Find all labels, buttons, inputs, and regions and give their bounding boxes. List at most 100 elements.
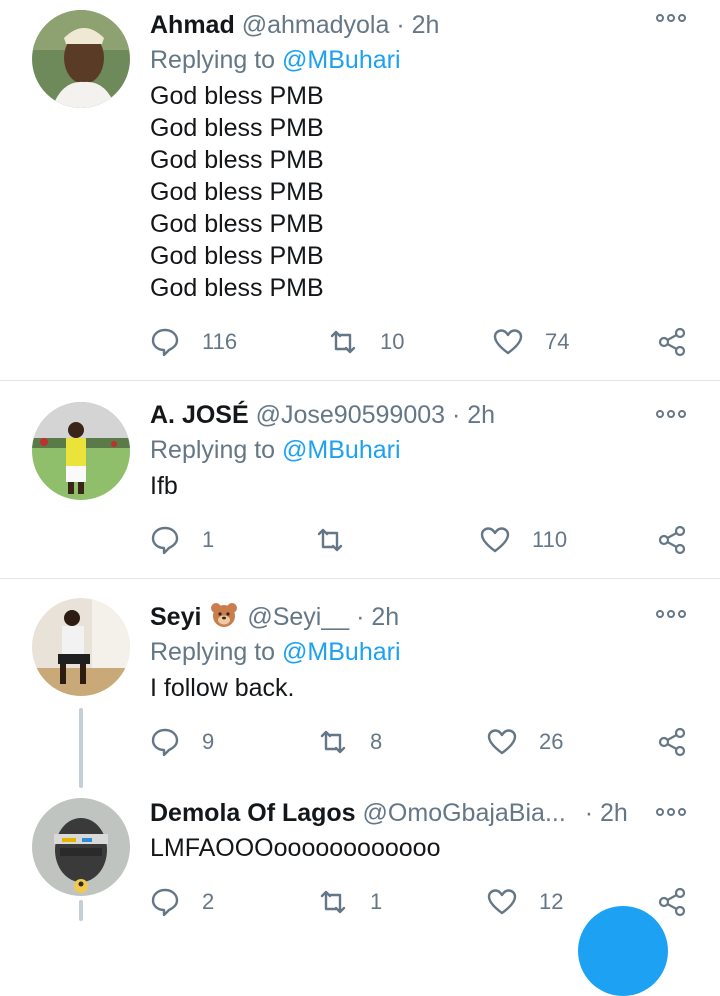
timestamp[interactable]: 2h — [467, 401, 495, 429]
heart-icon — [480, 527, 510, 553]
mention-link[interactable]: @MBuhari — [282, 436, 400, 464]
separator-dot: · — [396, 11, 405, 39]
replying-to: Replying to @MBuhari — [150, 46, 401, 75]
retweet-count: 8 — [370, 729, 383, 754]
tweet-header: Demola Of Lagos @OmoGbajaBia... · 2h — [150, 796, 628, 830]
heart-icon — [487, 889, 517, 915]
share-button[interactable] — [658, 722, 688, 762]
like-count: 12 — [539, 889, 564, 914]
share-icon — [658, 887, 686, 917]
share-icon — [658, 727, 686, 757]
tweet-seyi[interactable]: Seyi @Seyi__ · 2h Replying to @MBuhari I… — [0, 598, 720, 798]
bear-face-emoji — [210, 601, 238, 638]
reply-button[interactable]: 2 — [150, 882, 214, 922]
reply-icon — [151, 526, 179, 555]
tweet-demola[interactable]: Demola Of Lagos @OmoGbajaBia... · 2h LMF… — [0, 796, 720, 921]
retweet-icon — [330, 330, 356, 354]
more-options-icon[interactable] — [656, 610, 686, 622]
retweet-icon — [320, 730, 346, 754]
user-handle[interactable]: @Jose90599003 — [256, 401, 445, 429]
reply-count: 1 — [202, 527, 215, 552]
action-bar: 1 110 — [0, 520, 720, 560]
avatar-photo-icon — [32, 10, 130, 108]
tweet-line: God bless PMB — [150, 210, 324, 238]
tweet-line: God bless PMB — [150, 242, 324, 270]
more-options-icon[interactable] — [656, 410, 686, 422]
share-icon — [658, 327, 686, 357]
like-button[interactable]: 110 — [480, 520, 567, 560]
avatar[interactable] — [32, 10, 130, 108]
reply-button[interactable]: 116 — [150, 322, 237, 362]
tweet-jose[interactable]: A. JOSÉ @Jose90599003 · 2h Replying to @… — [0, 398, 720, 578]
tweet-header: Ahmad @ahmadyola · 2h — [150, 8, 439, 42]
tweet-line: Ifb — [150, 472, 178, 500]
user-handle[interactable]: @Seyi__ — [247, 603, 349, 631]
display-name[interactable]: A. JOSÉ — [150, 401, 249, 429]
like-button[interactable]: 12 — [487, 882, 563, 922]
mention-link[interactable]: @MBuhari — [282, 46, 400, 74]
retweet-button[interactable]: 10 — [328, 322, 404, 362]
tweet-line: God bless PMB — [150, 146, 324, 174]
thread-connector — [79, 900, 83, 921]
retweet-icon — [320, 890, 346, 914]
tweet-line: God bless PMB — [150, 82, 324, 110]
retweet-button[interactable] — [315, 520, 367, 560]
avatar-photo-icon — [32, 402, 130, 500]
tweet-text: God bless PMB God bless PMB God bless PM… — [150, 80, 324, 304]
replying-to: Replying to @MBuhari — [150, 638, 401, 667]
display-name[interactable]: Seyi — [150, 603, 201, 631]
user-handle[interactable]: @OmoGbajaBia... — [363, 799, 566, 827]
tweet-text: Ifb — [150, 470, 178, 502]
more-options-icon[interactable] — [656, 808, 686, 820]
reply-button[interactable]: 1 — [150, 520, 214, 560]
retweet-button[interactable]: 1 — [318, 882, 382, 922]
more-options-icon[interactable] — [656, 14, 686, 26]
separator-dot: · — [451, 401, 461, 429]
tweet-line: God bless PMB — [150, 178, 324, 206]
tweet-line: God bless PMB — [150, 274, 324, 302]
share-icon — [658, 525, 686, 555]
retweet-button[interactable]: 8 — [318, 722, 382, 762]
reply-count: 9 — [202, 729, 215, 754]
tweet-text: LMFAOOOoooooooooooo — [150, 832, 440, 864]
mention-link[interactable]: @MBuhari — [282, 638, 400, 666]
separator-dot: · — [584, 799, 594, 827]
display-name[interactable]: Demola Of Lagos — [150, 799, 356, 827]
replying-to-label: Replying to — [150, 436, 276, 464]
timestamp[interactable]: 2h — [412, 11, 440, 39]
timestamp[interactable]: 2h — [600, 799, 628, 827]
share-button[interactable] — [658, 322, 688, 362]
tweet-ahmad[interactable]: Ahmad @ahmadyola · 2h Replying to @MBuha… — [0, 0, 720, 380]
tweet-line: I follow back. — [150, 674, 295, 702]
heart-icon — [487, 729, 517, 755]
compose-fab[interactable] — [578, 906, 668, 996]
like-button[interactable]: 74 — [493, 322, 569, 362]
divider — [0, 578, 720, 579]
tweet-line: God bless PMB — [150, 114, 324, 142]
tweet-header: Seyi @Seyi__ · 2h — [150, 600, 399, 634]
display-name[interactable]: Ahmad — [150, 11, 235, 39]
reply-icon — [151, 728, 179, 757]
reply-icon — [151, 328, 179, 357]
replying-to: Replying to @MBuhari — [150, 436, 401, 465]
avatar[interactable] — [32, 598, 130, 696]
heart-icon — [493, 329, 523, 355]
timestamp[interactable]: 2h — [371, 603, 399, 631]
reply-count: 2 — [202, 889, 215, 914]
reply-button[interactable]: 9 — [150, 722, 214, 762]
user-handle[interactable]: @ahmadyola — [242, 11, 390, 39]
reply-icon — [151, 888, 179, 917]
retweet-count: 1 — [370, 889, 383, 914]
share-button[interactable] — [658, 882, 688, 922]
divider — [0, 380, 720, 381]
tweet-header: A. JOSÉ @Jose90599003 · 2h — [150, 398, 495, 432]
like-button[interactable]: 26 — [487, 722, 563, 762]
like-count: 110 — [532, 527, 568, 552]
avatar-photo-icon — [32, 598, 130, 696]
share-button[interactable] — [658, 520, 688, 560]
like-count: 74 — [545, 329, 570, 354]
action-bar: 116 10 74 — [0, 322, 720, 362]
avatar[interactable] — [32, 402, 130, 500]
replying-to-label: Replying to — [150, 46, 276, 74]
action-bar: 9 8 26 — [0, 722, 720, 762]
